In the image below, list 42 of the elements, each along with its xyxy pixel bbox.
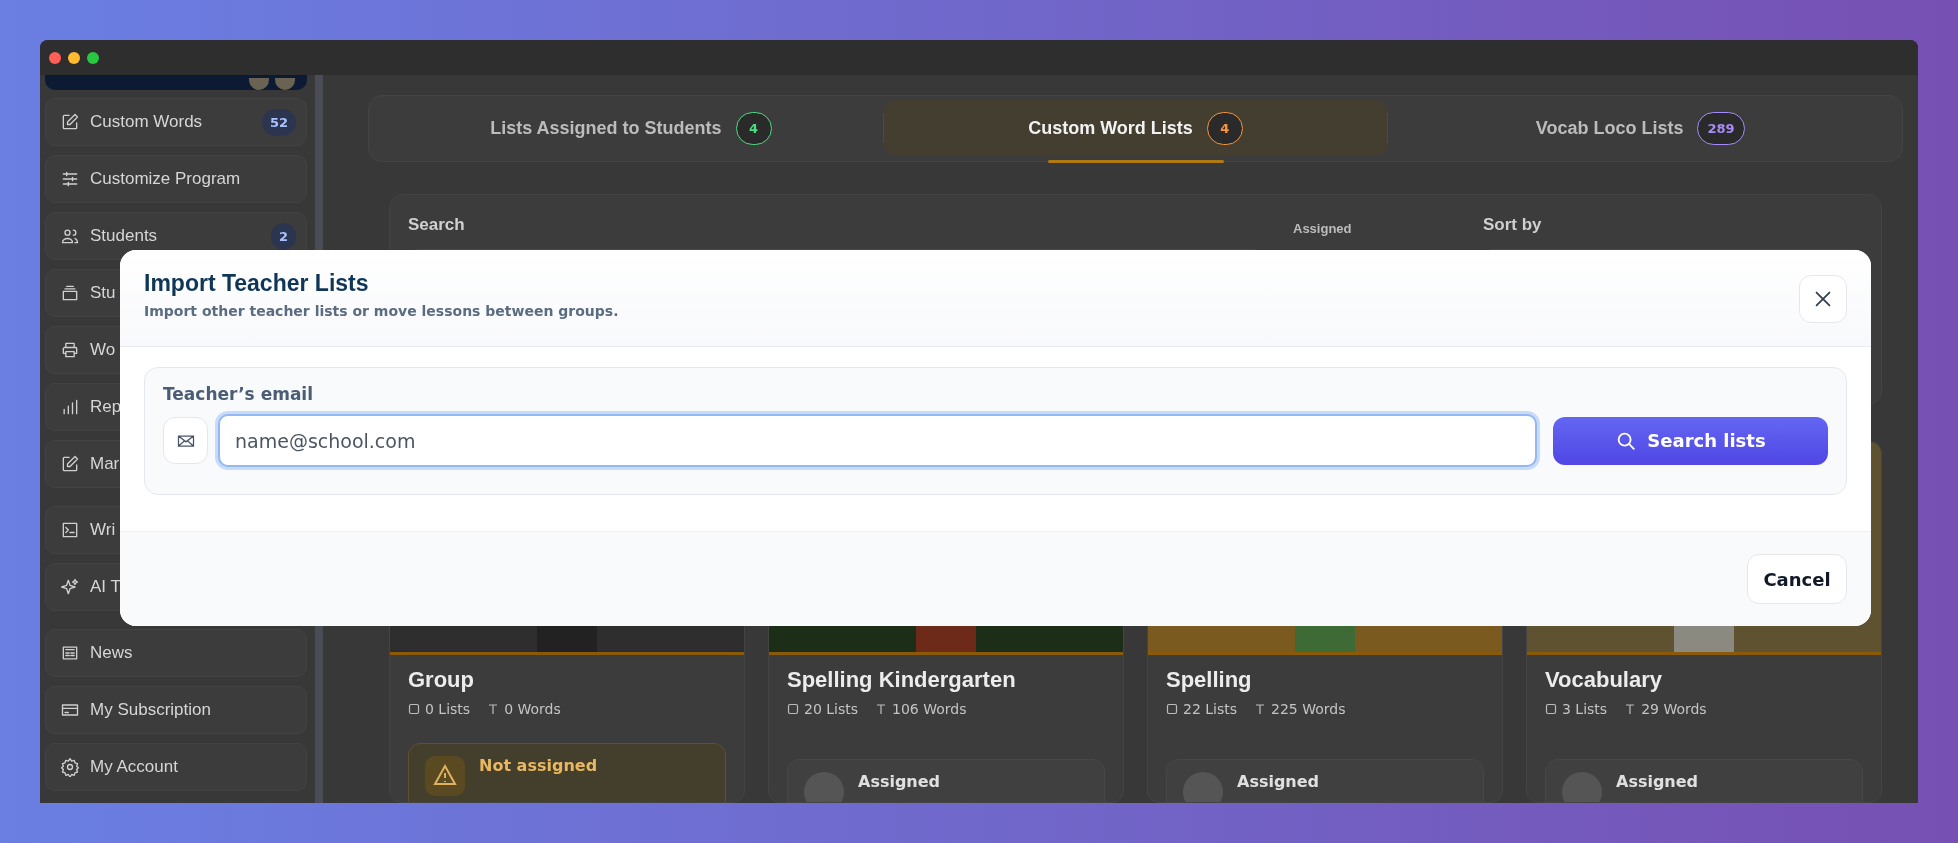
sidebar-label: Mar [90, 454, 120, 474]
sidebar-label: AI T [90, 577, 121, 597]
count-badge: 4 [1206, 111, 1243, 145]
sidebar-label: Customize Program [90, 169, 241, 189]
list-count: 22 Lists [1183, 701, 1238, 717]
field-label: Teacher’s email [163, 384, 314, 404]
count-badge: 52 [261, 108, 296, 136]
count-badge: 4 [735, 111, 772, 145]
word-count: 29 Words [1641, 701, 1707, 717]
sidebar-label: Wo [90, 340, 116, 360]
sidebar-label: My Subscription [90, 700, 211, 720]
dialog-title: Import Teacher Lists [144, 270, 370, 297]
tab-label: Vocab Loco Lists [1535, 117, 1684, 139]
tab-label: Custom Word Lists [1028, 117, 1193, 139]
word-count: 0 Words [504, 701, 561, 717]
word-count: 106 Words [892, 701, 967, 717]
sidebar-label: Custom Words [90, 112, 203, 132]
card-title: Vocabulary [1545, 667, 1663, 693]
card-title: Spelling Kindergarten [787, 667, 1017, 693]
search-label: Search [408, 214, 466, 235]
card-title: Group [408, 667, 475, 693]
status-label: Assigned [1237, 772, 1320, 791]
word-count: 225 Words [1271, 701, 1346, 717]
list-count: 0 Lists [425, 701, 471, 717]
status-label: Assigned [858, 772, 941, 791]
count-badge: 2 [270, 222, 296, 250]
status-label: Not assigned [479, 756, 598, 775]
status-label: Assigned [1616, 772, 1699, 791]
tab-label: Lists Assigned to Students [490, 117, 722, 139]
sort-label: Sort by [1483, 214, 1543, 235]
sidebar-label: Stu [90, 283, 116, 303]
card-title: Spelling [1166, 667, 1253, 693]
count-badge: 289 [1697, 111, 1745, 145]
sidebar-label: Rep [90, 397, 122, 417]
sidebar-label: News [90, 643, 133, 663]
dialog-subtitle: Import other teacher lists or move lessons between groups. [144, 303, 619, 319]
assigned-label: Assigned [1293, 220, 1353, 236]
sidebar-label: Wri [90, 520, 116, 540]
sidebar-label: Students [90, 226, 158, 246]
list-count: 20 Lists [804, 701, 859, 717]
sidebar-label: My Account [90, 757, 178, 777]
list-count: 3 Lists [1562, 701, 1608, 717]
